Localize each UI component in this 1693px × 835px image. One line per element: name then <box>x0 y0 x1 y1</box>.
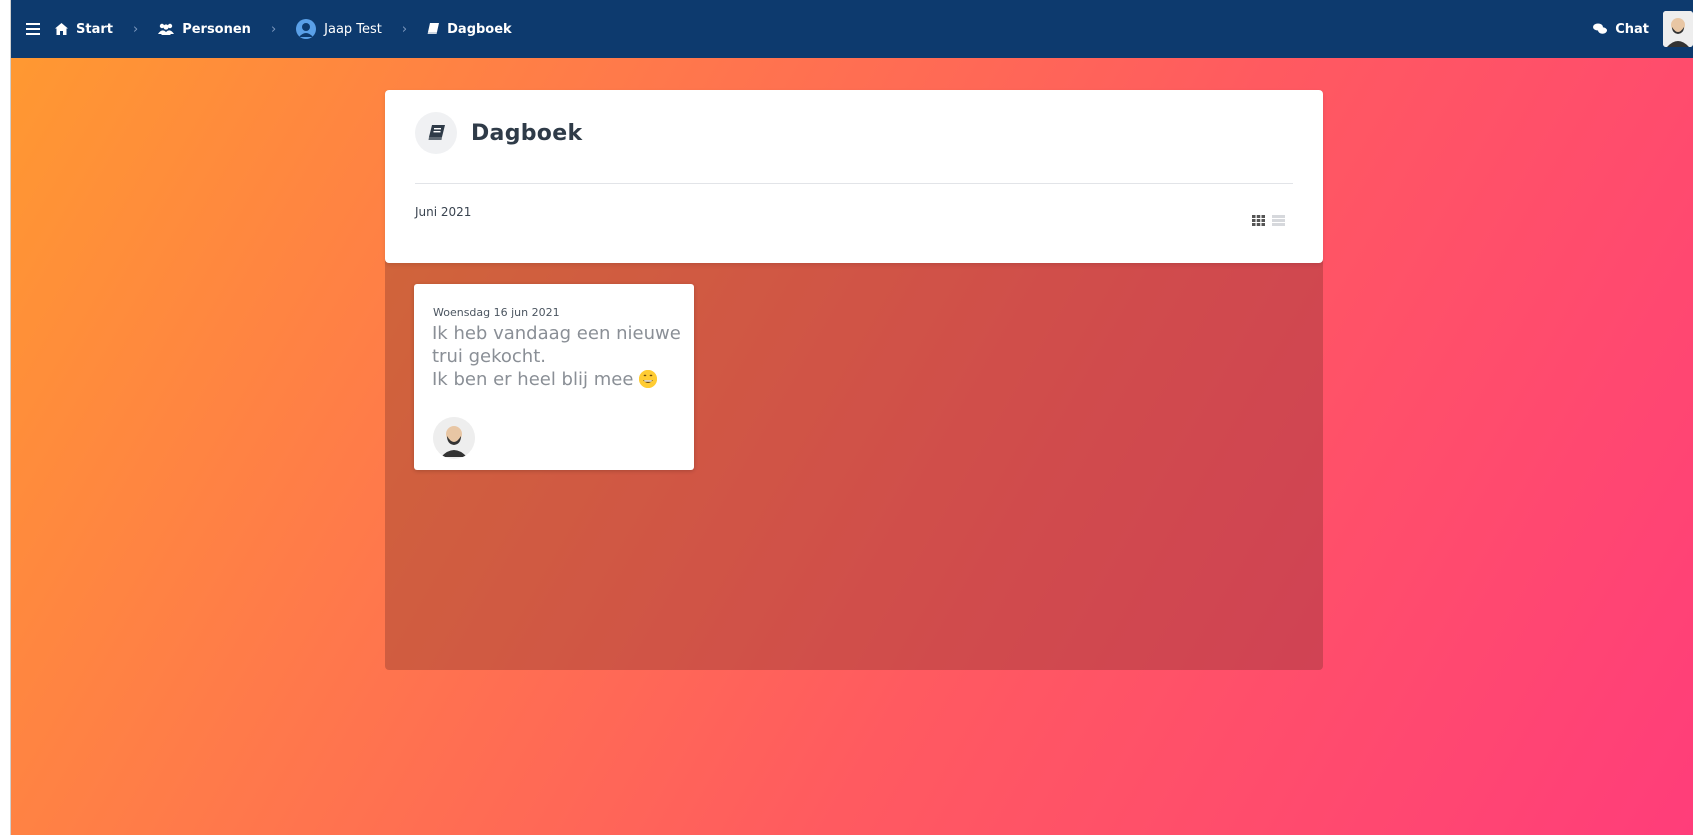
avatar <box>1663 11 1693 47</box>
top-navigation-bar: Start › Personen › Jaap Test › Dagboek C… <box>11 0 1693 58</box>
header-divider <box>415 183 1293 184</box>
breadcrumb-separator: › <box>132 21 139 37</box>
home-icon <box>55 23 68 35</box>
chat-button[interactable]: Chat <box>1593 22 1649 37</box>
entry-text-line-with-emoji: Ik ben er heel blij mee <box>432 368 682 391</box>
entry-text: Ik heb vandaag een nieuwe trui gekocht. … <box>432 322 682 391</box>
grinning-face-emoji-icon <box>639 370 658 388</box>
user-avatar-button[interactable] <box>1663 11 1693 47</box>
grid-icon <box>1251 214 1265 226</box>
app-background: Start › Personen › Jaap Test › Dagboek C… <box>10 0 1693 835</box>
book-icon <box>415 112 457 154</box>
grid-view-button[interactable] <box>1251 214 1265 226</box>
avatar <box>433 417 475 459</box>
diary-container: Dagboek Juni 2021 Woensdag 16 jun 2021 I… <box>385 90 1323 670</box>
list-view-button[interactable] <box>1271 214 1285 226</box>
hamburger-menu-button[interactable] <box>11 23 55 35</box>
book-icon <box>427 23 440 34</box>
breadcrumb-separator: › <box>401 21 408 37</box>
breadcrumb-label: Dagboek <box>447 21 512 37</box>
breadcrumb-label: Personen <box>182 21 251 37</box>
breadcrumb-separator: › <box>270 21 277 37</box>
breadcrumb-label: Jaap Test <box>324 21 382 37</box>
entry-text-line: Ik ben er heel blij mee <box>432 369 634 390</box>
page-title: Dagboek <box>471 120 583 146</box>
breadcrumb-personen[interactable]: Personen <box>158 22 251 37</box>
breadcrumb: Start › Personen › Jaap Test › Dagboek <box>55 19 512 39</box>
breadcrumb-start[interactable]: Start <box>55 22 113 37</box>
breadcrumb-label: Start <box>76 21 113 37</box>
title-row: Dagboek <box>415 112 582 154</box>
breadcrumb-dagboek[interactable]: Dagboek <box>427 22 512 37</box>
month-label: Juni 2021 <box>415 205 472 219</box>
chat-label: Chat <box>1615 21 1649 37</box>
users-icon <box>158 23 175 35</box>
view-toggle <box>1251 214 1285 226</box>
diary-header-card: Dagboek Juni 2021 <box>385 90 1323 263</box>
topbar-right-tools: Chat <box>1593 11 1693 47</box>
user-circle-icon <box>296 19 317 39</box>
entry-date: Woensdag 16 jun 2021 <box>433 306 560 319</box>
hamburger-icon <box>26 23 40 35</box>
breadcrumb-person[interactable]: Jaap Test <box>296 19 382 39</box>
diary-entry-card[interactable]: Woensdag 16 jun 2021 Ik heb vandaag een … <box>414 284 694 470</box>
list-icon <box>1271 214 1285 226</box>
entry-text-line: Ik heb vandaag een nieuwe trui gekocht. <box>432 323 681 367</box>
chat-bubbles-icon <box>1593 23 1608 34</box>
